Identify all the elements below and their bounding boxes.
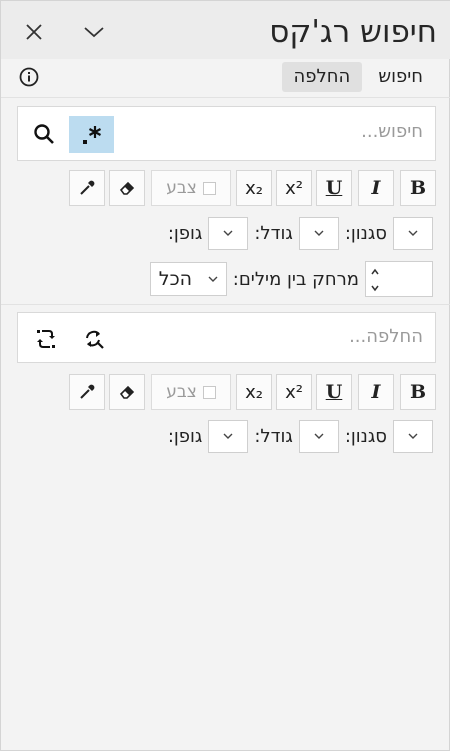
color-button[interactable]: צבע xyxy=(151,170,231,206)
close-button[interactable] xyxy=(19,17,49,47)
size-dropdown[interactable] xyxy=(298,216,339,250)
color-label: צבע xyxy=(166,178,197,198)
chevron-down-icon xyxy=(408,230,418,236)
style-dropdown[interactable] xyxy=(393,216,433,250)
chevron-down-icon xyxy=(84,27,104,38)
replace-button[interactable] xyxy=(79,324,109,354)
style-dropdown[interactable] xyxy=(393,419,433,453)
replace-field[interactable]: החלפה... xyxy=(17,312,436,363)
clear-format-button[interactable] xyxy=(109,374,145,410)
italic-button[interactable]: I xyxy=(358,374,394,410)
divider xyxy=(1,304,450,305)
color-checkbox[interactable] xyxy=(202,181,216,195)
divider xyxy=(1,97,450,98)
eyedropper-button[interactable] xyxy=(69,170,105,206)
info-button[interactable] xyxy=(17,65,41,89)
chevron-down-icon xyxy=(314,433,324,439)
subscript-button[interactable]: x₂ xyxy=(236,374,272,410)
replace-placeholder: החלפה... xyxy=(349,326,423,347)
size-label: גודל: xyxy=(254,425,293,447)
search-field[interactable]: חיפוש... xyxy=(17,106,436,161)
underline-button[interactable]: U xyxy=(316,374,352,410)
title-bar: חיפוש רג'קס xyxy=(1,1,450,59)
search-format-toolbar: צבע x₂ x² U I B xyxy=(69,170,436,206)
color-button[interactable]: צבע xyxy=(151,374,231,410)
style-label: סגנון: xyxy=(344,425,387,447)
bold-button[interactable]: B xyxy=(400,374,436,410)
spinner-arrows-icon xyxy=(371,268,379,292)
font-dropdown[interactable] xyxy=(208,216,249,250)
eraser-icon xyxy=(119,385,135,399)
word-spacing-label: מרחק בין מילים: xyxy=(232,268,359,290)
replace-font-row: גופן: גודל: סגנון: xyxy=(168,419,433,453)
color-checkbox[interactable] xyxy=(202,385,216,399)
replace-icon xyxy=(86,330,104,349)
color-label: צבע xyxy=(166,382,197,402)
regex-icon xyxy=(82,125,101,144)
size-dropdown[interactable] xyxy=(298,419,339,453)
eyedropper-icon xyxy=(80,384,95,399)
chevron-down-icon xyxy=(314,230,324,236)
eyedropper-icon xyxy=(80,180,95,195)
superscript-button[interactable]: x² xyxy=(276,170,312,206)
replace-all-icon xyxy=(37,330,55,348)
search-placeholder: חיפוש... xyxy=(361,121,423,142)
chevron-down-icon xyxy=(223,433,233,439)
font-dropdown[interactable] xyxy=(208,419,249,453)
word-spacing-row: הכל מרחק בין מילים: xyxy=(149,261,433,297)
italic-button[interactable]: I xyxy=(358,170,394,206)
subscript-button[interactable]: x₂ xyxy=(236,170,272,206)
tab-replace[interactable]: החלפה xyxy=(281,62,363,92)
scope-dropdown[interactable]: הכל xyxy=(149,262,227,296)
search-button[interactable] xyxy=(29,119,59,149)
bold-button[interactable]: B xyxy=(400,170,436,206)
font-label: גופן: xyxy=(167,222,203,244)
regex-search-panel: חיפוש רג'קס חיפוש החלפה חיפוש... צבע x₂ … xyxy=(0,0,450,751)
search-font-row: גופן: גודל: סגנון: xyxy=(168,216,433,250)
scope-value: הכל xyxy=(158,268,193,290)
tab-bar: חיפוש החלפה xyxy=(281,62,435,94)
superscript-button[interactable]: x² xyxy=(276,374,312,410)
regex-toggle[interactable] xyxy=(69,116,114,153)
font-label: גופן: xyxy=(167,425,203,447)
close-icon xyxy=(26,24,42,40)
replace-format-toolbar: צבע x₂ x² U I B xyxy=(69,374,436,410)
replace-all-button[interactable] xyxy=(31,324,61,354)
search-icon xyxy=(34,124,54,144)
underline-button[interactable]: U xyxy=(316,170,352,206)
chevron-down-icon xyxy=(408,433,418,439)
eraser-icon xyxy=(119,181,135,195)
chevron-down-icon xyxy=(208,276,218,282)
tab-search[interactable]: חיפוש xyxy=(366,62,435,92)
size-label: גודל: xyxy=(254,222,293,244)
word-spacing-spinner[interactable] xyxy=(365,261,433,297)
style-label: סגנון: xyxy=(344,222,387,244)
info-icon xyxy=(19,67,39,87)
eyedropper-button[interactable] xyxy=(69,374,105,410)
panel-title: חיפוש רג'קס xyxy=(269,14,437,50)
chevron-down-icon xyxy=(223,230,233,236)
collapse-button[interactable] xyxy=(79,17,109,47)
clear-format-button[interactable] xyxy=(109,170,145,206)
